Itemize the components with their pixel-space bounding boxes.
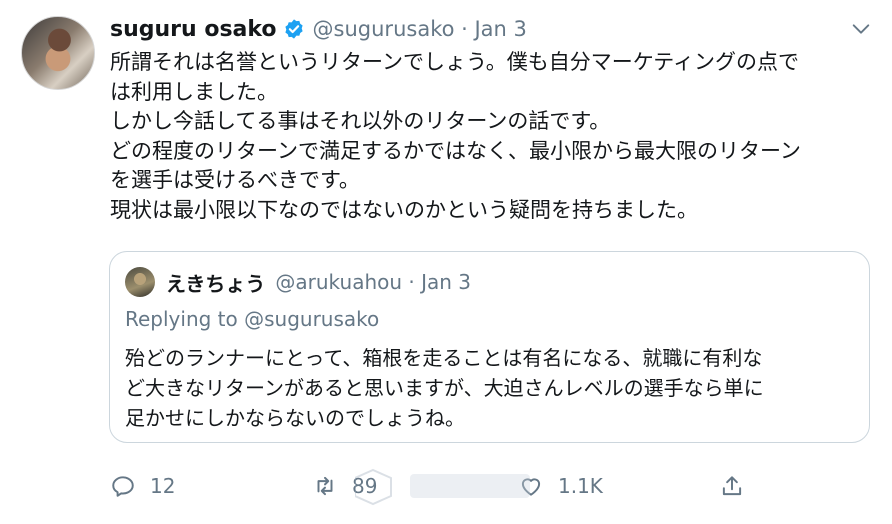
chevron-down-icon[interactable] (850, 18, 872, 40)
quoted-tweet-header: えきちょう @arukuahou · Jan 3 (166, 267, 471, 297)
tweet-actions: 12 89 1.1K (0, 466, 892, 506)
quoted-tweet-body: 殆どのランナーにとって、箱根を走ることは有名になる、就職に有利な ど大きなリター… (125, 343, 860, 433)
tweet-line: どの程度のリターンで満足するかではなく、最小限から最大限のリターン (110, 138, 801, 163)
author-avatar[interactable] (21, 16, 95, 90)
tweet-line: を選手は受けるべきです。 (110, 168, 360, 192)
author-name[interactable]: suguru osako (110, 17, 277, 42)
like-icon (521, 478, 541, 496)
like-count: 1.1K (558, 474, 603, 498)
quoted-author-name: えきちょう (166, 271, 266, 296)
tweet-body: 所謂それは名誉というリターンでしょう。僕も自分マーケティングの点で は利用しまし… (110, 48, 870, 225)
share-button[interactable] (719, 466, 745, 506)
quoted-author-avatar[interactable] (125, 267, 155, 297)
like-button[interactable]: 1.1K (518, 466, 603, 506)
quoted-tweet-line: 殆どのランナーにとって、箱根を走ることは有名になる、就職に有利な (125, 346, 763, 370)
retweet-button[interactable]: 89 (312, 466, 377, 506)
quoted-tweet[interactable]: えきちょう @arukuahou · Jan 3 Replying to @su… (109, 251, 870, 443)
author-handle-date[interactable]: @sugurusako · Jan 3 (313, 17, 527, 41)
quoted-author-handle-date: @arukuahou · Jan 3 (275, 270, 472, 294)
retweet-count: 89 (352, 474, 378, 498)
reply-icon (112, 476, 134, 497)
verified-badge-icon (284, 19, 303, 39)
quoted-tweet-line: 足かせにしかならないのでしょうね。 (125, 406, 465, 430)
tweet-line: 現状は最小限以下なのではないのかという疑問を持ちました。 (110, 197, 698, 222)
tweet-header: suguru osako @sugurusako · Jan 3 (110, 14, 527, 44)
tweet-line: 所謂それは名誉というリターンでしょう。僕も自分マーケティングの点で (110, 50, 800, 74)
retweet-icon (317, 476, 333, 496)
share-icon (722, 476, 742, 496)
replying-to-label: Replying to @sugurusako (125, 307, 380, 331)
tweet-line: は利用しました。 (110, 79, 278, 104)
reply-button[interactable]: 12 (110, 466, 175, 506)
quoted-tweet-line: ど大きなリターンがあると思いますが、大迫さんレベルの選手なら単に (125, 376, 764, 400)
tweet-line: しかし今話してる事はそれ以外のリターンの話です。 (110, 109, 611, 133)
reply-count: 12 (150, 474, 176, 498)
